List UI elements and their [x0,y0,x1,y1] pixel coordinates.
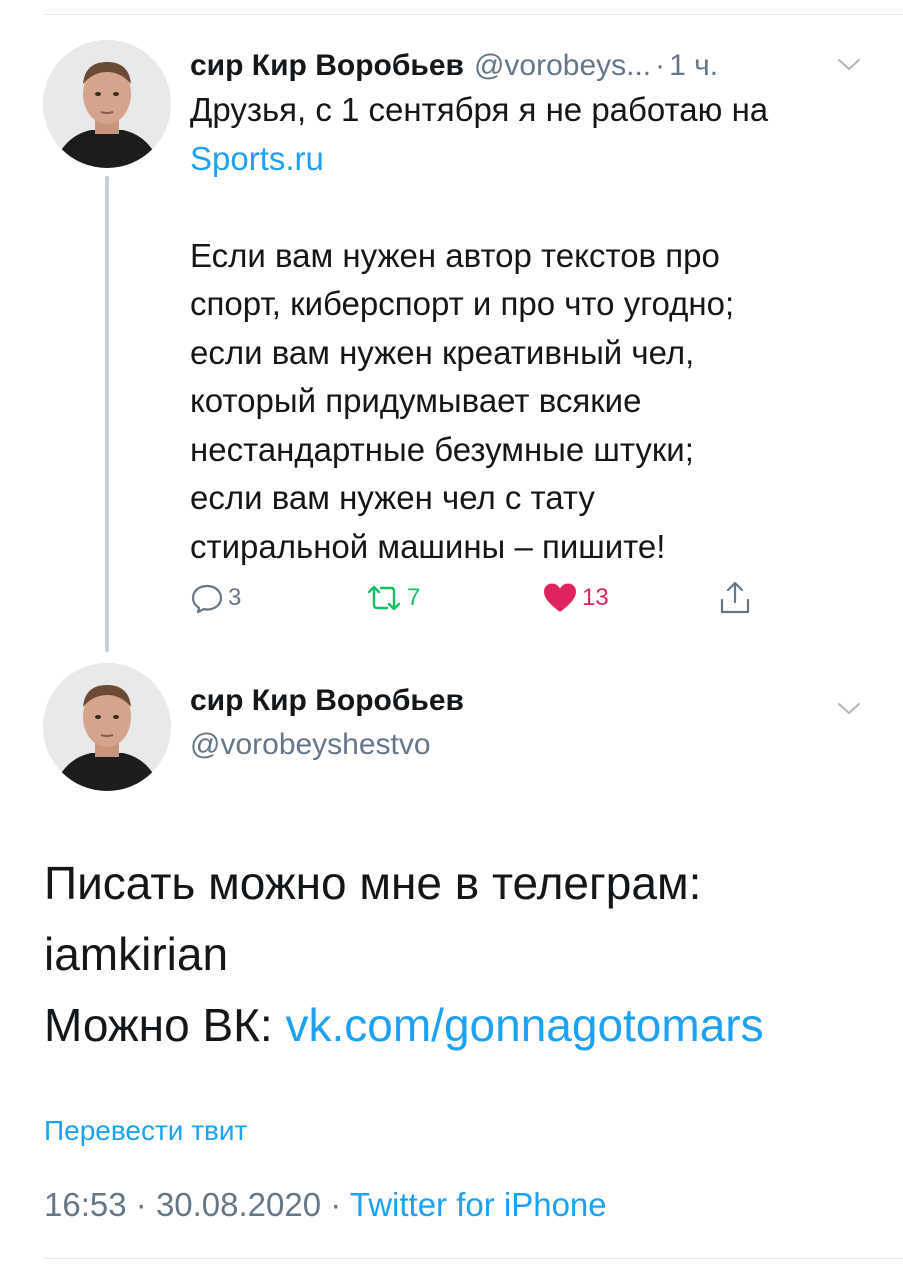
retweet-icon [367,585,401,611]
tweet1-text: Друзья, с 1 сентября я не работаю на Spo… [190,86,850,571]
tweet-meta: 16:53 · 30.08.2020 · Twitter for iPhone [44,1186,607,1224]
avatar[interactable] [43,40,171,168]
tweet1-header: сир Кир Воробьев @vorobeys... · 1 ч. [190,44,843,88]
share-button[interactable] [718,578,752,618]
tweet-text-line: спорт, киберспорт и про что угодно; [190,285,735,322]
tweet-text-line: Писать можно мне в телеграм: [44,857,702,909]
tweet-text-line: нестандартные безумные штуки; [190,430,694,468]
tweet-text-line: Если вам нужен автор текстов про [190,236,720,274]
translate-tweet-link[interactable]: Перевести твит [44,1115,247,1147]
chevron-down-icon[interactable] [834,50,864,80]
sports-link[interactable]: Sports.ru [190,140,324,177]
tweet2-text: Писать можно мне в телеграм: iamkirian М… [44,848,884,1061]
like-button[interactable]: 13 [542,578,609,618]
like-count: 13 [582,584,609,611]
reply-icon [191,584,223,614]
avatar[interactable] [43,663,171,791]
retweet-button[interactable]: 7 [365,578,420,618]
tweet-date: 30.08.2020 [155,1186,322,1223]
tweet-text-line: стиральной машины – пишите! [190,527,666,565]
reply-count: 3 [228,584,242,611]
tweet-text-line: Друзья, с 1 сентября я не работаю на [190,91,769,128]
display-name[interactable]: сир Кир Воробьев [190,684,464,718]
heart-icon [544,583,576,612]
tweet-text-line: если вам нужен чел с тату [190,479,595,516]
handle[interactable]: @vorobeyshestvo [190,728,431,762]
separator: · [655,49,666,82]
timestamp[interactable]: 1 ч. [669,49,718,83]
action-bar: 3 7 13 [190,578,770,618]
separator: · [330,1186,342,1223]
chevron-down-icon[interactable] [834,694,864,724]
bottom-divider [44,1258,903,1259]
share-icon [720,581,750,614]
retweet-count: 7 [407,584,421,611]
vk-prefix: Можно ВК: [44,999,286,1051]
tweet-text-line: если вам нужен креативный чел, [190,333,695,371]
source-link[interactable]: Twitter for iPhone [350,1186,607,1223]
thread-line [105,176,109,652]
vk-link[interactable]: vk.com/gonnagotomars [285,999,763,1051]
tweet-text-line: который придумывает всякие [190,382,642,419]
tweet-text-line: iamkirian [44,928,229,980]
tweet-time: 16:53 [44,1186,127,1223]
reply-button[interactable]: 3 [190,578,241,618]
separator: · [135,1186,147,1223]
top-divider [44,14,903,15]
handle[interactable]: @vorobeys... [474,49,651,83]
display-name[interactable]: сир Кир Воробьев [190,49,464,83]
